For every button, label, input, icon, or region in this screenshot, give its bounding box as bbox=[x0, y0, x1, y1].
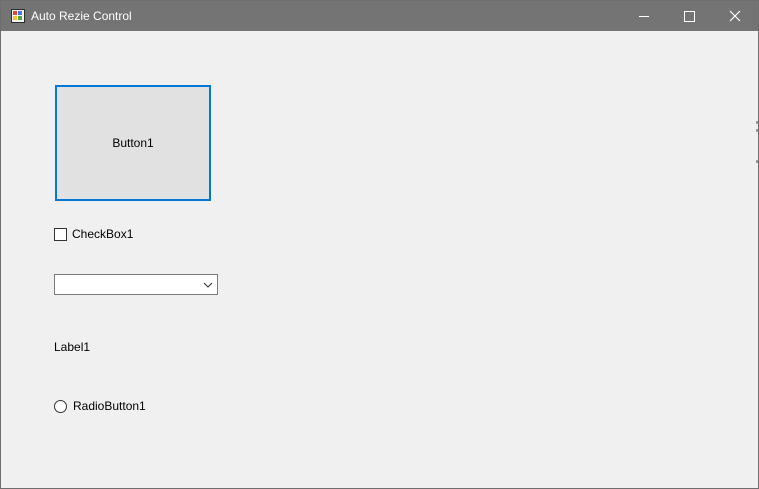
close-button[interactable] bbox=[712, 1, 758, 31]
button1[interactable]: Button1 bbox=[55, 85, 211, 201]
maximize-button[interactable] bbox=[667, 1, 713, 31]
minimize-button[interactable] bbox=[621, 1, 667, 31]
title-bar[interactable]: Auto Rezie Control bbox=[1, 1, 758, 31]
combobox1[interactable] bbox=[54, 274, 218, 295]
label1: Label1 bbox=[54, 340, 91, 354]
app-window: Auto Rezie Control Button1 CheckBox1 Lab… bbox=[0, 0, 759, 489]
window-title: Auto Rezie Control bbox=[31, 9, 132, 23]
close-icon bbox=[729, 10, 741, 22]
checkbox1-label[interactable]: CheckBox1 bbox=[72, 227, 133, 241]
maximize-icon bbox=[684, 11, 695, 22]
edge-artifact bbox=[756, 129, 758, 132]
checkbox1-box[interactable] bbox=[54, 228, 67, 241]
minimize-icon bbox=[639, 16, 649, 17]
form-client-area: Button1 CheckBox1 Label1 RadioButton1 bbox=[1, 31, 758, 488]
radiobutton1-circle[interactable] bbox=[54, 400, 67, 413]
app-icon bbox=[11, 9, 25, 23]
button1-label: Button1 bbox=[112, 136, 154, 150]
edge-artifact bbox=[756, 121, 758, 124]
chevron-down-icon[interactable] bbox=[202, 279, 214, 291]
radiobutton1-label[interactable]: RadioButton1 bbox=[73, 399, 146, 413]
edge-artifact bbox=[756, 160, 758, 163]
